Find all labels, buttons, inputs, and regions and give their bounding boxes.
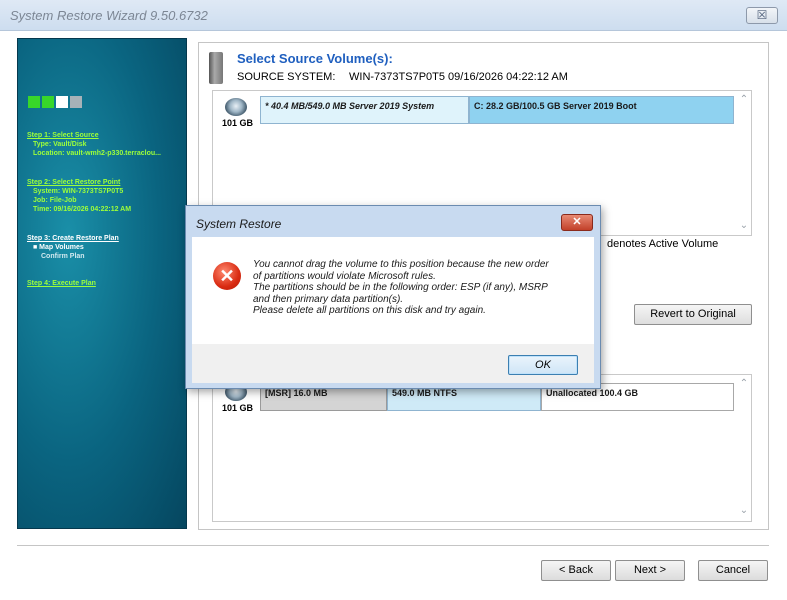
wizard-steps-panel: Step 1: Select Source Type: Vault/Disk L…: [17, 38, 187, 529]
source-title: Select Source Volume(s):: [237, 51, 393, 66]
ok-button[interactable]: OK: [508, 355, 578, 375]
system-restore-dialog: System Restore ✕ ✕ You cannot drag the v…: [185, 205, 601, 389]
step-1-location: Location: vault-wmh2-p330.terraclou...: [33, 150, 161, 157]
active-volume-note: denotes Active Volume: [607, 238, 719, 250]
window-close-button[interactable]: ☒: [746, 7, 778, 24]
revert-to-original-button[interactable]: Revert to Original: [634, 304, 752, 325]
step-2-job: Job: File-Job: [33, 197, 77, 204]
dialog-message-line: Please delete all partitions on this dis…: [253, 305, 486, 316]
hard-disk-icon: [225, 98, 247, 116]
footer-separator: [17, 545, 769, 546]
step-3-map-volumes: ■ Map Volumes: [33, 244, 84, 251]
scroll-down-icon[interactable]: ⌄: [736, 505, 752, 516]
dialog-message-line: of partitions would violate Microsoft ru…: [253, 270, 436, 282]
progress-square-4: [70, 96, 82, 108]
window-titlebar: System Restore Wizard 9.50.6732 ☒: [0, 0, 787, 31]
progress-square-1: [28, 96, 40, 108]
progress-square-3: [56, 96, 68, 108]
dialog-close-button[interactable]: ✕: [561, 214, 593, 231]
scroll-up-icon[interactable]: ⌃: [736, 94, 752, 105]
error-icon: ✕: [213, 262, 241, 290]
source-system-icon: [209, 52, 223, 84]
cancel-button[interactable]: Cancel: [698, 560, 768, 581]
step-2-system: System: WIN-7373TS7P0T5: [33, 188, 124, 195]
dialog-message-line: The partitions should be in the followin…: [253, 282, 548, 293]
source-system-value: WIN-7373TS7P0T5 09/16/2026 04:22:12 AM: [349, 71, 568, 83]
step-1-link[interactable]: Step 1: Select Source: [27, 131, 161, 140]
dialog-footer: OK: [192, 344, 594, 383]
next-button[interactable]: Next >: [615, 560, 685, 581]
step-4: Step 4: Execute Plan: [27, 279, 96, 288]
step-3-confirm-plan: Confirm Plan: [41, 253, 85, 260]
dialog-message: You cannot drag the volume to this posit…: [253, 259, 583, 317]
dialog-body: ✕ You cannot drag the volume to this pos…: [192, 237, 594, 344]
target-disk-size: 101 GB: [222, 403, 254, 413]
back-button[interactable]: < Back: [541, 560, 611, 581]
progress-square-2: [42, 96, 54, 108]
progress-squares: [28, 96, 82, 108]
source-partition-system[interactable]: * 40.4 MB/549.0 MB Server 2019 System: [260, 96, 469, 124]
step-3-link[interactable]: Step 3: Create Restore Plan: [27, 234, 119, 243]
scroll-down-icon[interactable]: ⌄: [736, 220, 752, 231]
step-3: Step 3: Create Restore Plan ■ Map Volume…: [27, 234, 119, 261]
step-1: Step 1: Select Source Type: Vault/Disk L…: [27, 131, 161, 158]
scroll-up-icon[interactable]: ⌃: [736, 378, 752, 389]
dialog-message-line: and then primary data partition(s).: [253, 293, 404, 305]
source-partition-boot[interactable]: C: 28.2 GB/100.5 GB Server 2019 Boot: [469, 96, 734, 124]
step-2: Step 2: Select Restore Point System: WIN…: [27, 178, 131, 214]
step-2-time: Time: 09/16/2026 04:22:12 AM: [33, 206, 132, 213]
step-4-link[interactable]: Step 4: Execute Plan: [27, 279, 96, 288]
window-title: System Restore Wizard 9.50.6732: [10, 8, 208, 23]
step-1-type: Type: Vault/Disk: [33, 141, 87, 148]
source-system-label: SOURCE SYSTEM:: [237, 71, 336, 83]
dialog-message-line: You cannot drag the volume to this posit…: [253, 259, 549, 270]
step-2-link[interactable]: Step 2: Select Restore Point: [27, 178, 131, 187]
source-disk-size: 101 GB: [222, 118, 254, 128]
dialog-title: System Restore: [196, 217, 282, 231]
